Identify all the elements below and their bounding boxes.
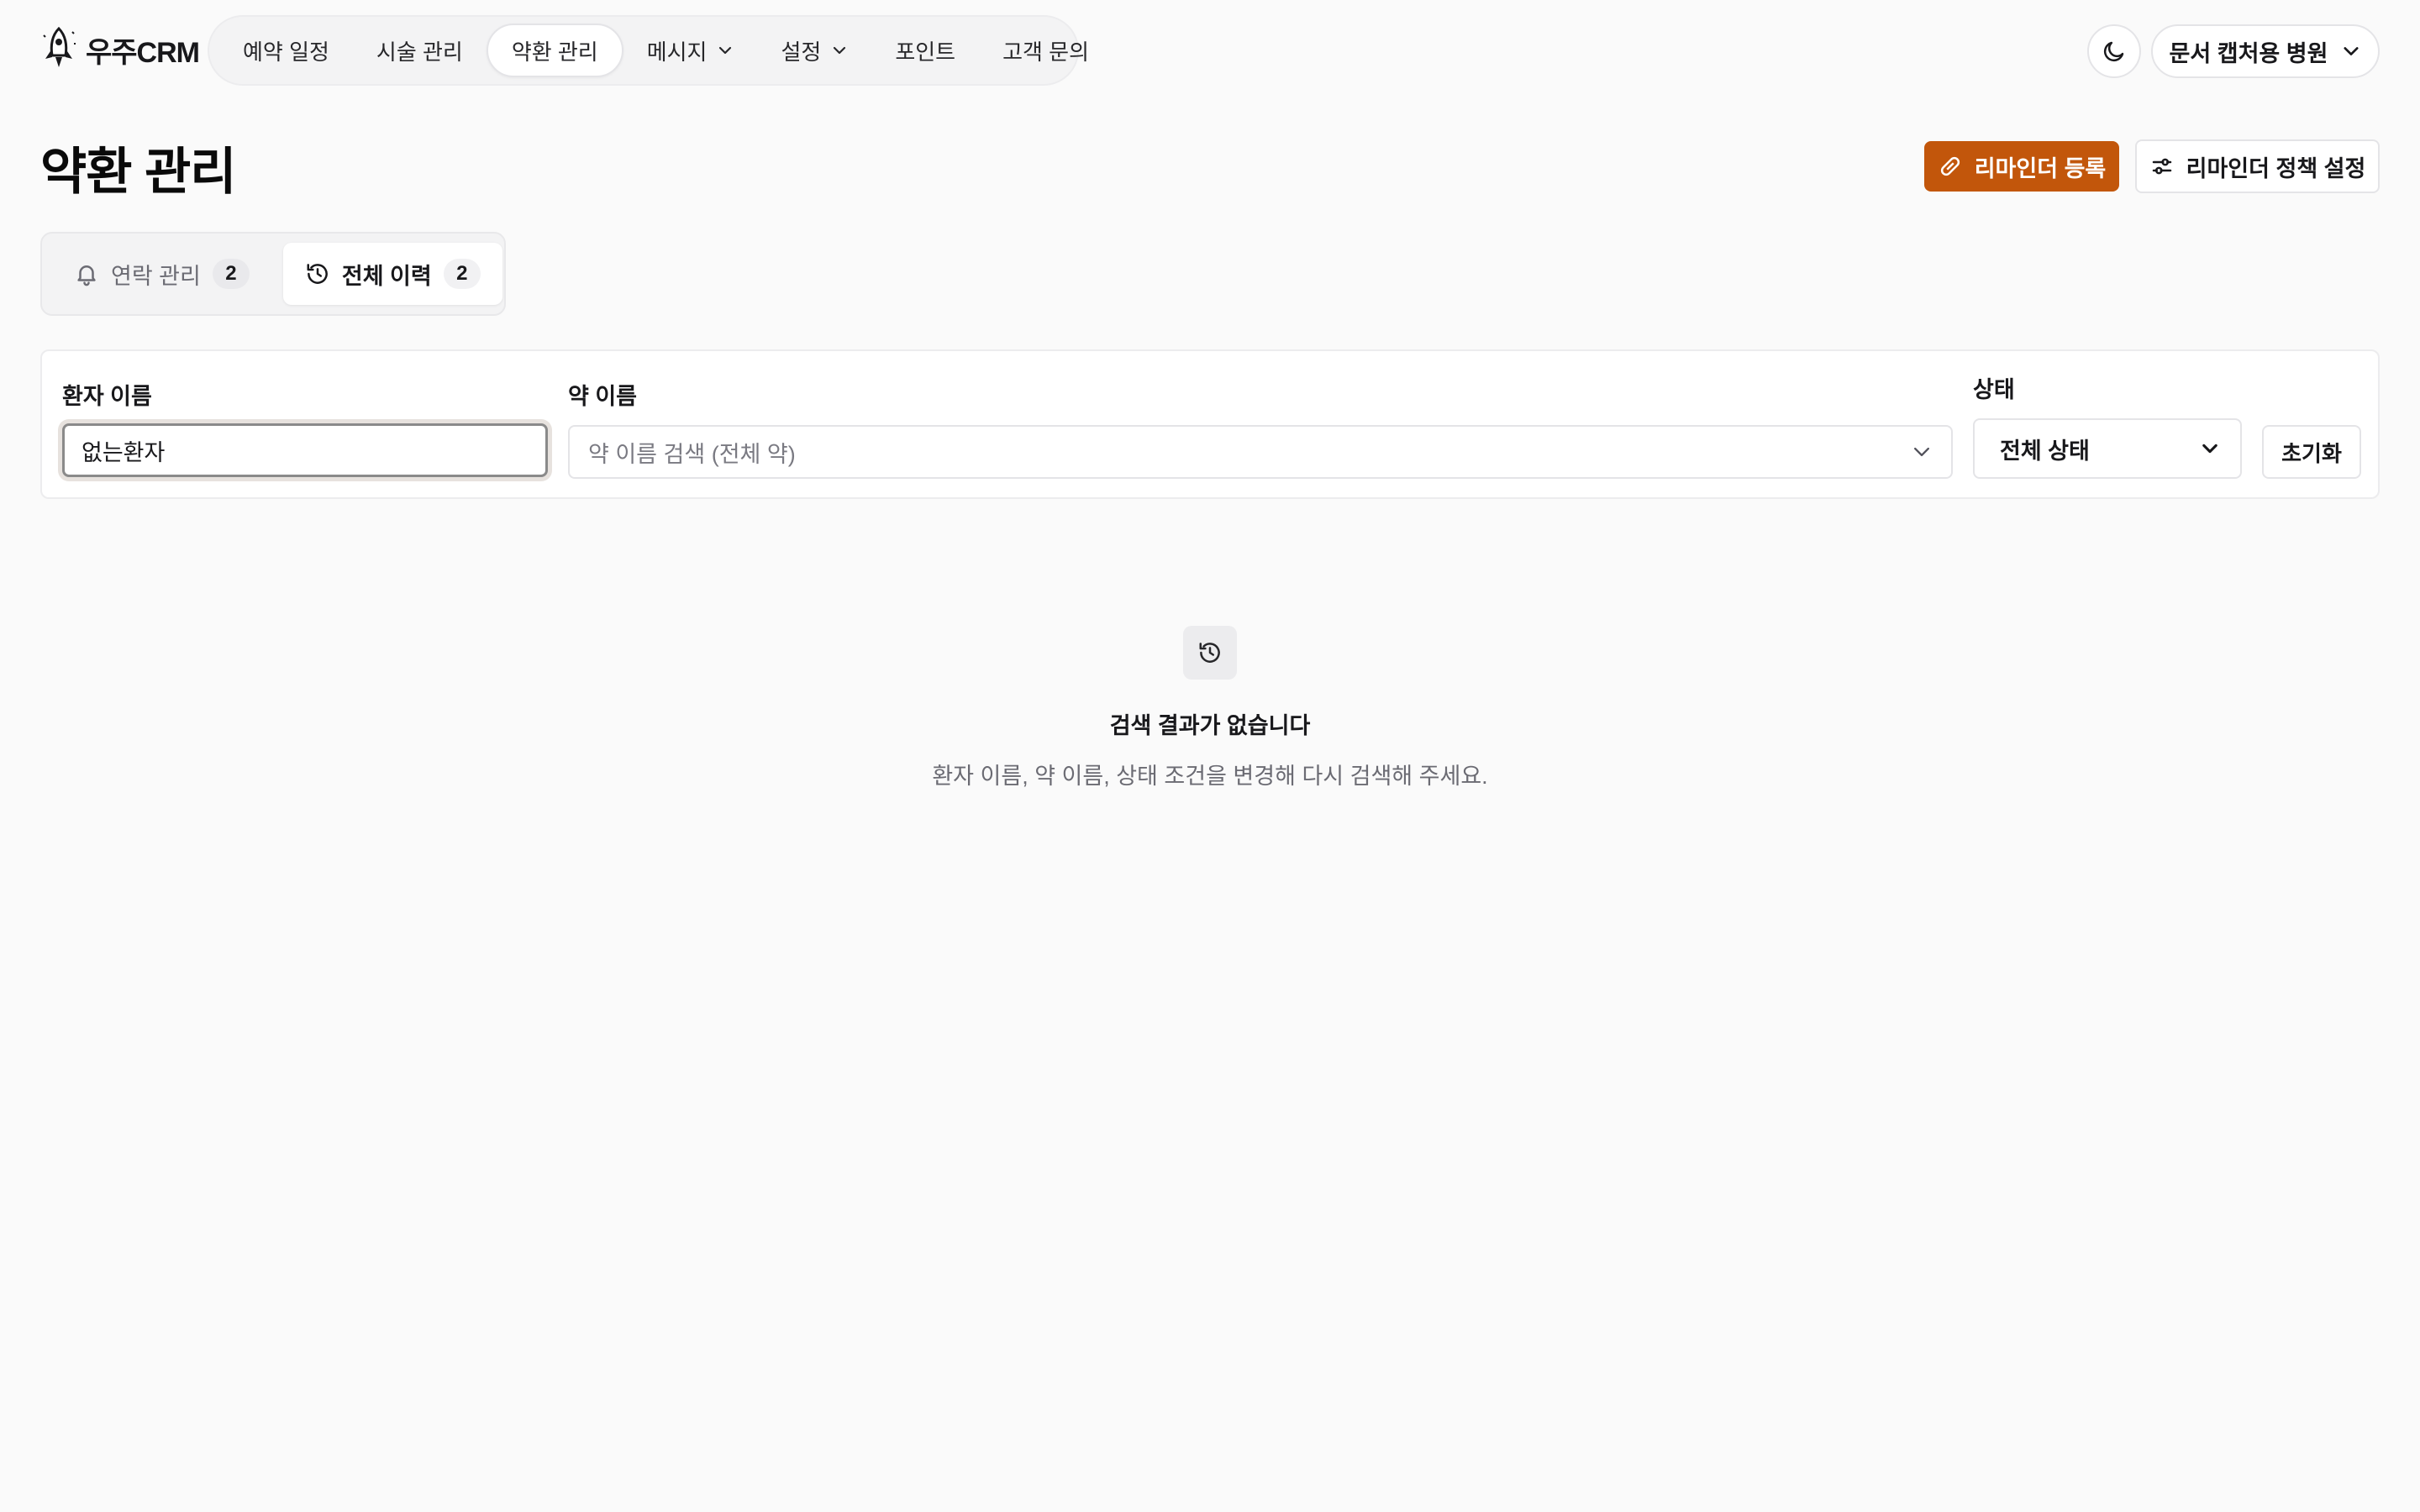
status-selected-value: 전체 상태 [2000,438,2090,464]
chevron-down-icon [834,46,846,55]
rocket-icon [43,26,76,67]
reminder-policy-label: 리마인더 정책 설정 [2186,155,2366,181]
bell-icon [77,265,96,286]
history-icon [1199,643,1220,663]
register-reminder-label: 리마인더 등록 [1974,155,2107,181]
drug-name-label: 약 이름 [568,384,638,409]
app-name: 우주CRM [86,36,200,69]
moon-icon [2103,41,2124,62]
tab-full-history[interactable]: 전체 이력 2 [282,243,502,305]
drug-name-placeholder: 약 이름 검색 (전체 약) [588,441,796,467]
nav-item-label: 예약 일정 [243,39,329,65]
page-title: 약환 관리 [40,144,236,200]
chevron-down-icon [1914,447,1929,457]
tab-count-badge: 2 [212,259,250,289]
empty-state-description: 환자 이름, 약 이름, 상태 조건을 변경해 다시 검색해 주세요. [932,764,1488,789]
tab-label: 전체 이력 [341,263,432,289]
nav-item-label: 고객 문의 [1002,39,1089,65]
hospital-name: 문서 캡처용 병원 [2169,40,2328,66]
patient-name-label: 환자 이름 [62,384,152,409]
tab-label: 연락 관리 [111,263,201,289]
nav-item-schedule[interactable]: 예약 일정 [219,24,353,77]
history-icon [307,264,328,284]
reminder-policy-button[interactable]: 리마인더 정책 설정 [2135,139,2380,193]
nav-item-settings[interactable]: 설정 [757,24,871,77]
empty-state-icon-box [1183,626,1237,680]
nav-item-points[interactable]: 포인트 [871,24,979,77]
register-reminder-button[interactable]: 리마인더 등록 [1924,141,2119,192]
top-navigation: 우주CRM 예약 일정 시술 관리 약환 관리 메시지 설정 포인트 고객 문의… [0,0,2420,99]
tab-contact-management[interactable]: 연락 관리 2 [52,243,271,305]
empty-state-title: 검색 결과가 없습니다 [1109,713,1311,738]
nav-item-label: 설정 [781,39,822,65]
nav-item-medication[interactable]: 약환 관리 [486,24,623,77]
reset-button[interactable]: 초기화 [2262,425,2361,479]
settings-sliders-icon [2152,158,2171,175]
nav-item-procedures[interactable]: 시술 관리 [353,24,487,77]
nav-item-label: 포인트 [895,39,956,65]
patient-name-input[interactable] [62,423,548,477]
theme-toggle-button[interactable] [2087,24,2141,78]
view-tabs: 연락 관리 2 전체 이력 2 [40,232,506,316]
chevron-down-icon [2202,444,2217,454]
nav-item-messages[interactable]: 메시지 [623,24,758,77]
pill-icon [1940,156,1960,176]
tab-count-badge: 2 [443,259,481,289]
status-select[interactable]: 전체 상태 [1973,418,2242,479]
filter-panel: 환자 이름 약 이름 약 이름 검색 (전체 약) 상태 전체 상태 초기화 [40,349,2380,499]
nav-item-label: 메시지 [646,39,708,65]
drug-name-combobox[interactable]: 약 이름 검색 (전체 약) [568,425,1953,479]
chevron-down-icon [2344,47,2359,55]
main-nav: 예약 일정 시술 관리 약환 관리 메시지 설정 포인트 고객 문의 [208,15,1089,86]
chevron-down-icon [719,46,732,55]
nav-item-label: 시술 관리 [376,39,463,65]
nav-item-support[interactable]: 고객 문의 [979,24,1113,77]
hospital-switcher[interactable]: 문서 캡처용 병원 [2151,24,2380,78]
app-logo[interactable]: 우주CRM [39,25,200,74]
nav-item-label: 약환 관리 [511,39,598,65]
status-label: 상태 [1973,377,2015,402]
